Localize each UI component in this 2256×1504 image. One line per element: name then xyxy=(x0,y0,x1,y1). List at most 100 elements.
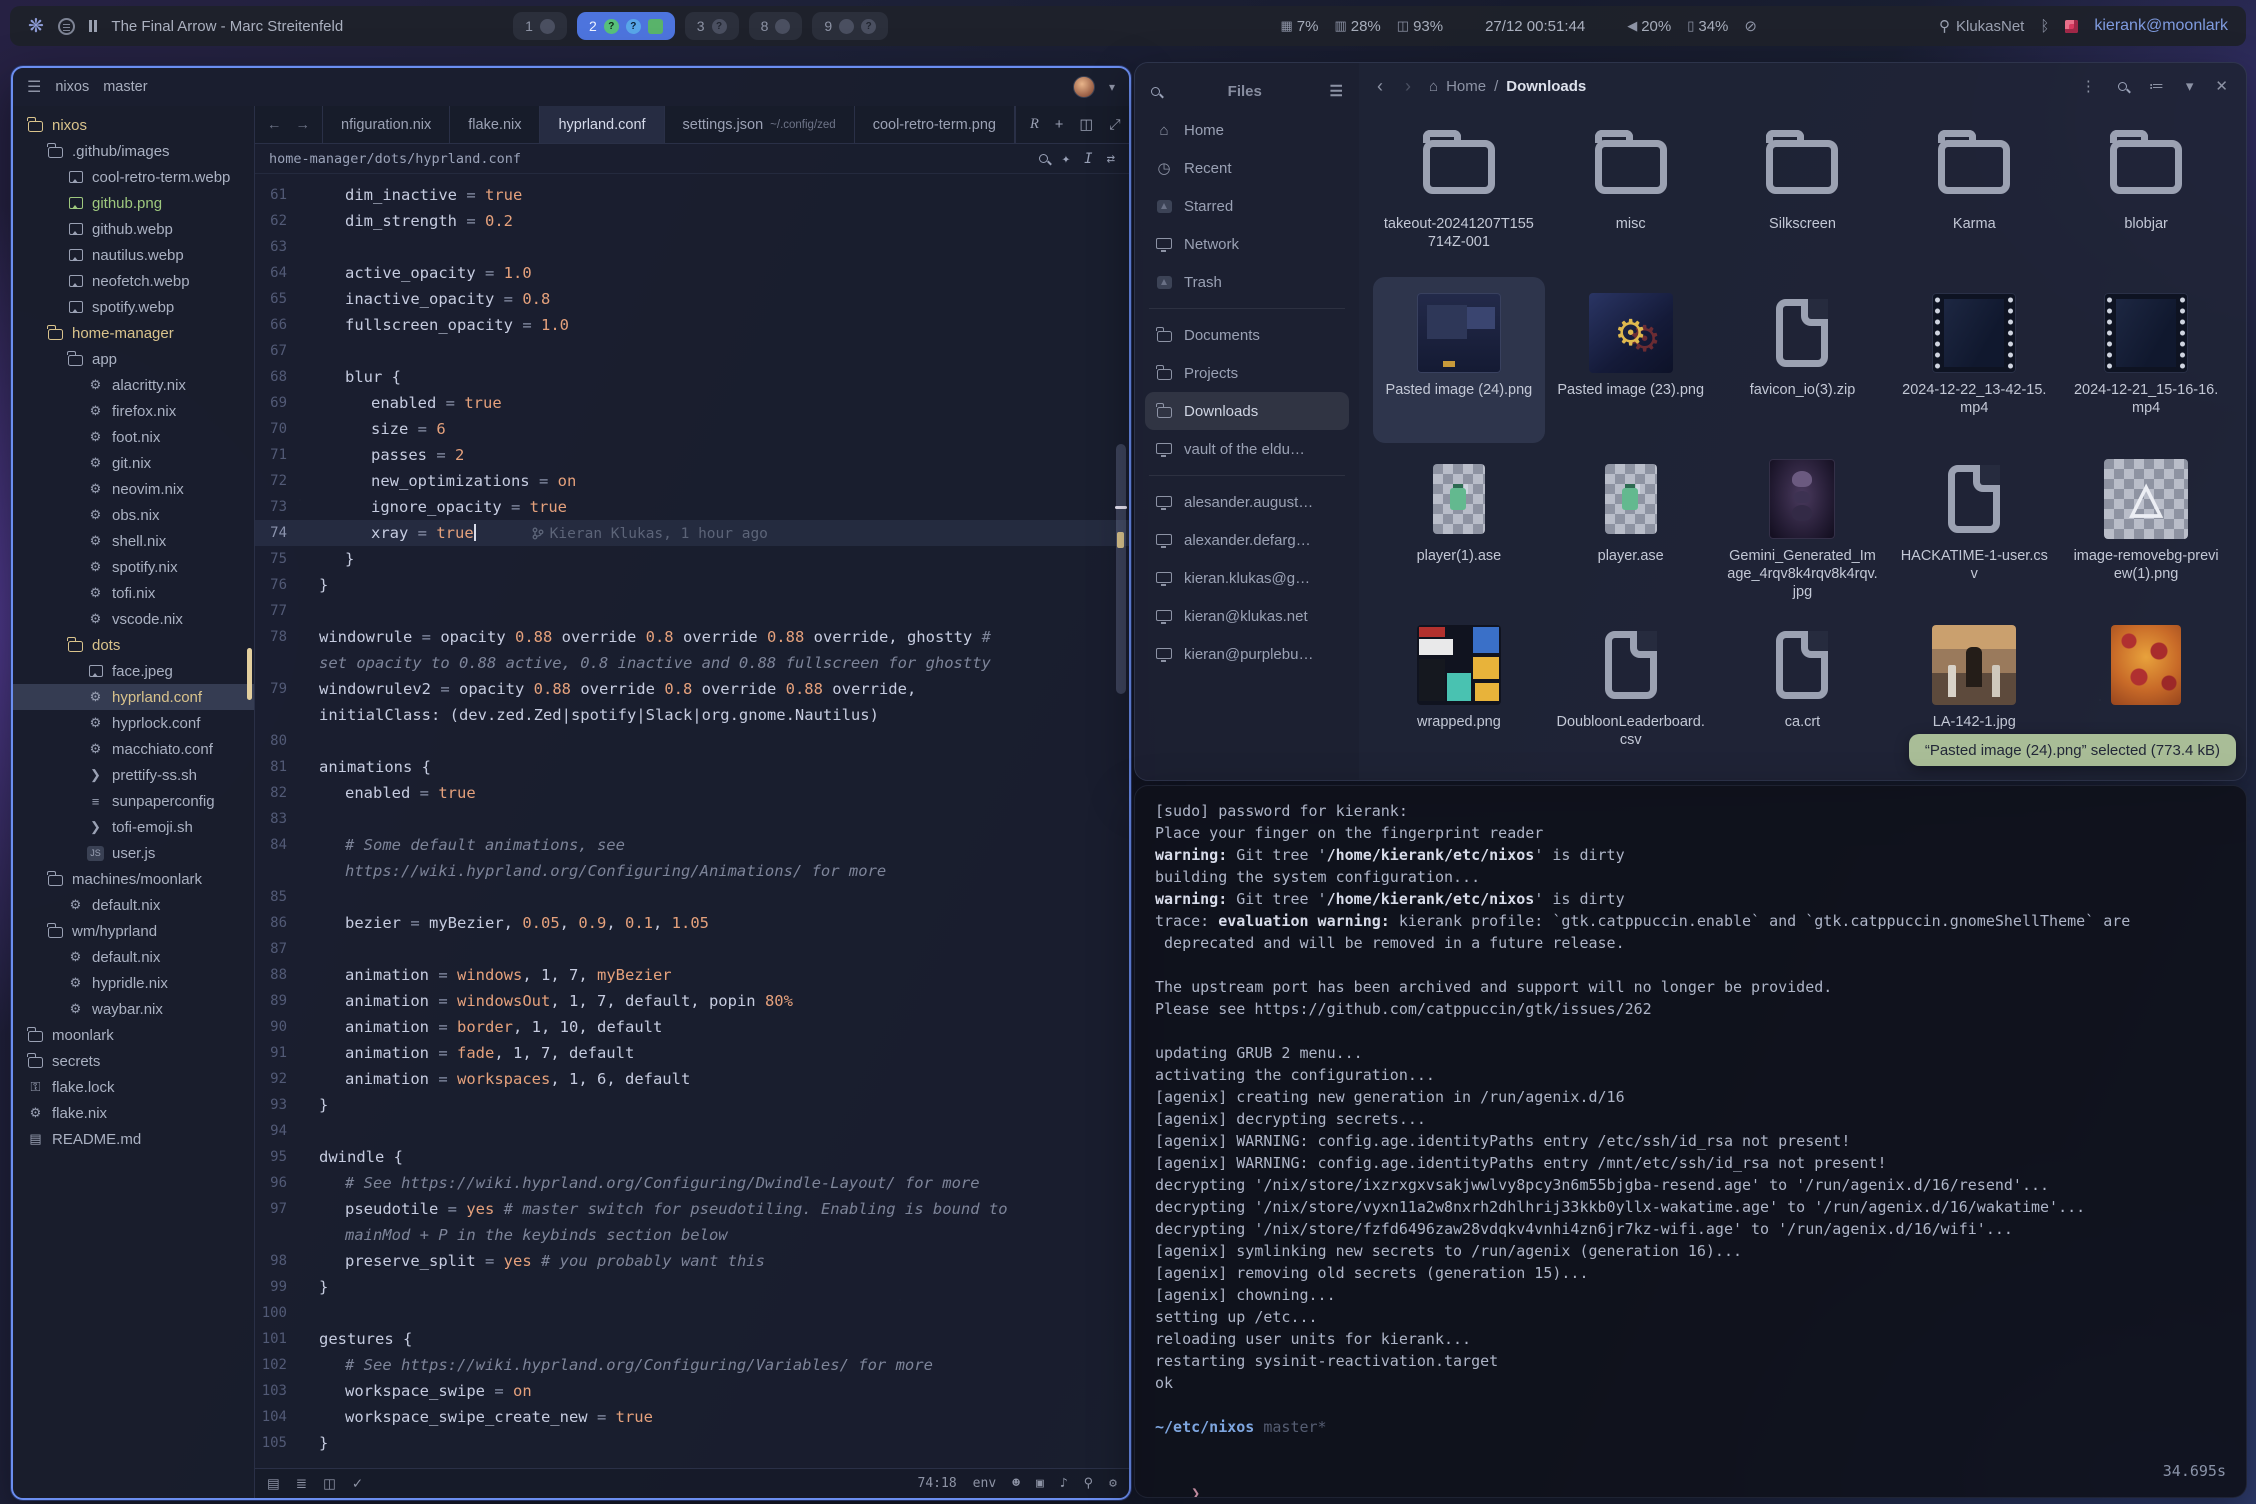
code-line-101[interactable]: 101gestures { xyxy=(255,1326,1129,1352)
spotify-icon[interactable] xyxy=(58,18,75,35)
code-line-98[interactable]: 98preserve_split = yes # you probably wa… xyxy=(255,1248,1129,1274)
kebab-menu-icon[interactable]: ⋮ xyxy=(2081,77,2096,95)
code-line-92[interactable]: 92animation = workspaces, 1, 6, default xyxy=(255,1066,1129,1092)
code-line-104[interactable]: 104workspace_swipe_create_new = true xyxy=(255,1404,1129,1430)
collab-panel-toggle-icon[interactable]: ◫ xyxy=(323,1476,336,1492)
sidebar-item-network[interactable]: Network xyxy=(1145,225,1349,263)
code-line-105[interactable]: 105} xyxy=(255,1430,1129,1456)
sidebar-item-projects[interactable]: Projects xyxy=(1145,354,1349,392)
tree-item-secrets[interactable]: secrets xyxy=(13,1048,254,1074)
file-item-2024-12-22-13-42-15-mp4[interactable]: 2024-12-22_13-42-15.mp4 xyxy=(1888,277,2060,443)
tree-item-macchiato.conf[interactable]: ⚙macchiato.conf xyxy=(13,736,254,762)
code-line-68[interactable]: 68blur { xyxy=(255,364,1129,390)
code-line-78[interactable]: 78windowrule = opacity 0.88 override 0.8… xyxy=(255,624,1129,650)
avatar[interactable] xyxy=(1073,76,1095,98)
tree-item-.github/images[interactable]: .github/images xyxy=(13,138,254,164)
tree-item-firefox.nix[interactable]: ⚙firefox.nix xyxy=(13,398,254,424)
tree-item-neovim.nix[interactable]: ⚙neovim.nix xyxy=(13,476,254,502)
tab-flake.nix[interactable]: flake.nix xyxy=(450,106,540,143)
files-forward-icon[interactable]: › xyxy=(1405,76,1411,97)
code-line-78-wrap[interactable]: set opacity to 0.88 active, 0.8 inactive… xyxy=(255,650,1129,676)
chevron-down-icon[interactable]: ▾ xyxy=(1109,80,1115,94)
tree-item-home-manager[interactable]: home-manager xyxy=(13,320,254,346)
tree-item-default.nix[interactable]: ⚙default.nix xyxy=(13,944,254,970)
sidebar-item-trash[interactable]: Trash xyxy=(1145,263,1349,301)
tree-item-dots[interactable]: dots xyxy=(13,632,254,658)
code-line-64[interactable]: 64active_opacity = 1.0 xyxy=(255,260,1129,286)
menu-icon[interactable]: ☰ xyxy=(27,77,41,97)
code-line-83[interactable]: 83 xyxy=(255,806,1129,832)
code-line-79-wrap[interactable]: initialClass: (dev.zed.Zed|spotify|Slack… xyxy=(255,702,1129,728)
tree-item-hypridle.nix[interactable]: ⚙hypridle.nix xyxy=(13,970,254,996)
repl-button[interactable]: R xyxy=(1030,116,1039,133)
file-item-image-removebg-preview-1-png[interactable]: image-removebg-preview(1).png xyxy=(2060,443,2232,609)
settings-gear-icon[interactable]: ⚙ xyxy=(1109,1476,1117,1491)
tab-settings.json[interactable]: settings.json~/.config/zed xyxy=(665,106,855,143)
file-item-gemini-generated-image-4rqv8k4rqv8k4rqv-jpg[interactable]: Gemini_Generated_Image_4rqv8k4rqv8k4rqv.… xyxy=(1717,443,1889,609)
file-item-hackatime-1-user-csv[interactable]: HACKATIME-1-user.csv xyxy=(1888,443,2060,609)
files-back-icon[interactable]: ‹ xyxy=(1377,76,1383,97)
code-line-73[interactable]: 73ignore_opacity = true xyxy=(255,494,1129,520)
sidebar-item-alesander-august-[interactable]: alesander.august… xyxy=(1145,483,1349,521)
tree-item-face.jpeg[interactable]: face.jpeg xyxy=(13,658,254,684)
tree-item-neofetch.webp[interactable]: neofetch.webp xyxy=(13,268,254,294)
code-line-63[interactable]: 63 xyxy=(255,234,1129,260)
tree-item-waybar.nix[interactable]: ⚙waybar.nix xyxy=(13,996,254,1022)
workspace-3[interactable]: 3? xyxy=(685,12,739,40)
tree-item-flake.nix[interactable]: ⚙flake.nix xyxy=(13,1100,254,1126)
file-item-doubloonleaderboard-csv[interactable]: DoubloonLeaderboard.csv xyxy=(1545,609,1717,775)
tree-item-wm/hyprland[interactable]: wm/hyprland xyxy=(13,918,254,944)
code-line-99[interactable]: 99} xyxy=(255,1274,1129,1300)
tree-item-prettify-ss.sh[interactable]: ❯prettify-ss.sh xyxy=(13,762,254,788)
terminal-panel-icon[interactable]: ▣ xyxy=(1036,1476,1044,1491)
code-line-100[interactable]: 100 xyxy=(255,1300,1129,1326)
split-pane-icon[interactable]: ◫ xyxy=(1079,117,1093,133)
code-line-94[interactable]: 94 xyxy=(255,1118,1129,1144)
sidebar-item-vault-of-the-eldu-[interactable]: vault of the eldu… xyxy=(1145,430,1349,468)
code-line-86[interactable]: 86bezier = myBezier, 0.05, 0.9, 0.1, 1.0… xyxy=(255,910,1129,936)
code-line-70[interactable]: 70size = 6 xyxy=(255,416,1129,442)
terminal-window[interactable]: [sudo] password for kierank:Place your f… xyxy=(1134,785,2247,1498)
sidebar-item-kieran-klukas-net[interactable]: kieran@klukas.net xyxy=(1145,597,1349,635)
breadcrumb[interactable]: home-manager/dots/hyprland.conf xyxy=(269,151,521,167)
project-name[interactable]: nixos xyxy=(55,79,89,95)
tree-item-machines/moonlark[interactable]: machines/moonlark xyxy=(13,866,254,892)
code-line-88[interactable]: 88animation = windows, 1, 7, myBezier xyxy=(255,962,1129,988)
pause-icon[interactable] xyxy=(89,20,98,32)
file-item-favicon-io-3-zip[interactable]: favicon_io(3).zip xyxy=(1717,277,1889,443)
code-line-76[interactable]: 76} xyxy=(255,572,1129,598)
tree-item-spotify.nix[interactable]: ⚙spotify.nix xyxy=(13,554,254,580)
code-line-74[interactable]: 74xray = trueKieran Klukas, 1 hour ago xyxy=(255,520,1129,546)
tree-item-nixos[interactable]: nixos xyxy=(13,112,254,138)
outline-panel-toggle-icon[interactable]: ≣ xyxy=(296,1476,307,1492)
tree-item-sunpaperconfig[interactable]: ≡sunpaperconfig xyxy=(13,788,254,814)
sidebar-item-downloads[interactable]: Downloads xyxy=(1145,392,1349,430)
branch-name[interactable]: master xyxy=(103,79,147,95)
tree-item-github.webp[interactable]: github.webp xyxy=(13,216,254,242)
tree-item-flake.lock[interactable]: ⚿flake.lock xyxy=(13,1074,254,1100)
code-line-95[interactable]: 95dwindle { xyxy=(255,1144,1129,1170)
code-line-81[interactable]: 81animations { xyxy=(255,754,1129,780)
project-panel-scrollbar[interactable] xyxy=(247,648,252,700)
code-line-67[interactable]: 67 xyxy=(255,338,1129,364)
code-line-62[interactable]: 62dim_strength = 0.2 xyxy=(255,208,1129,234)
cursor-mode-icon[interactable]: I xyxy=(1084,151,1092,167)
inline-assist-icon[interactable]: ✦ xyxy=(1062,151,1070,167)
code-line-79[interactable]: 79windowrulev2 = opacity 0.88 override 0… xyxy=(255,676,1129,702)
file-item-takeout-20241207t155714z-001[interactable]: takeout-20241207T155714Z-001 xyxy=(1373,111,1545,277)
tab-nfiguration.nix[interactable]: nfiguration.nix xyxy=(323,106,450,143)
breadcrumb-current[interactable]: Downloads xyxy=(1506,78,1586,95)
notifications-icon[interactable]: ⚲ xyxy=(1084,1476,1094,1491)
file-item-player-ase[interactable]: player.ase xyxy=(1545,443,1717,609)
tree-item-moonlark[interactable]: moonlark xyxy=(13,1022,254,1048)
code-line-90[interactable]: 90animation = border, 1, 10, default xyxy=(255,1014,1129,1040)
file-item-misc[interactable]: misc xyxy=(1545,111,1717,277)
diff-icon[interactable]: ⇄ xyxy=(1107,151,1115,167)
breadcrumb-home[interactable]: Home xyxy=(1446,78,1486,95)
sidebar-item-kieran-purplebu-[interactable]: kieran@purplebu… xyxy=(1145,635,1349,673)
sidebar-item-starred[interactable]: Starred xyxy=(1145,187,1349,225)
tree-item-git.nix[interactable]: ⚙git.nix xyxy=(13,450,254,476)
code-line-93[interactable]: 93} xyxy=(255,1092,1129,1118)
project-panel-toggle-icon[interactable]: ▤ xyxy=(267,1476,280,1492)
editor-scrollbar[interactable] xyxy=(1116,444,1126,694)
